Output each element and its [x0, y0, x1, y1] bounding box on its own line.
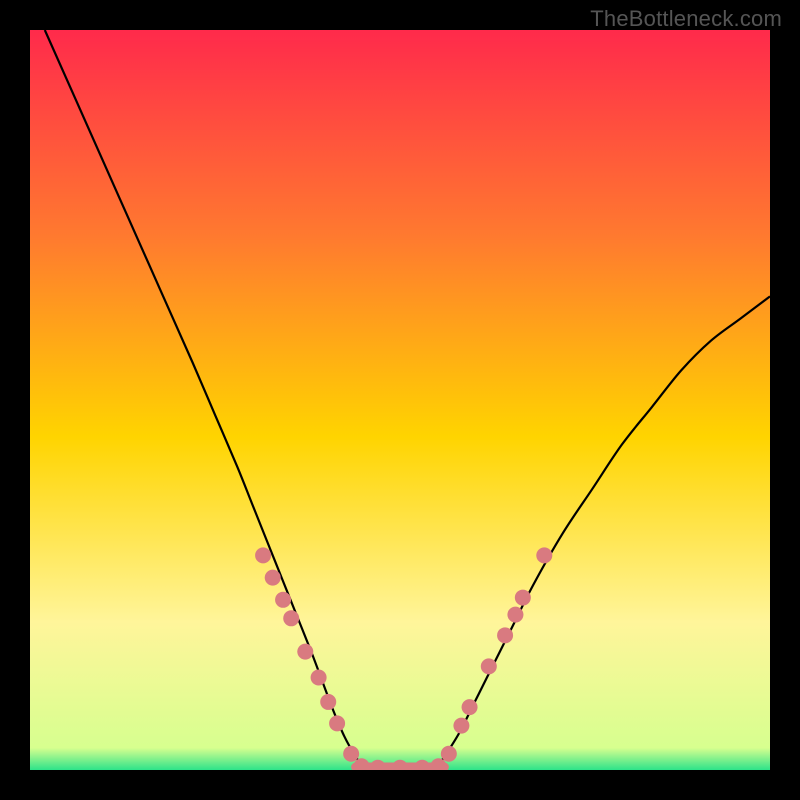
chart-frame: TheBottleneck.com — [0, 0, 800, 800]
data-point — [481, 658, 497, 674]
gradient-background — [30, 30, 770, 770]
data-point — [320, 694, 336, 710]
data-point — [497, 627, 513, 643]
watermark-text: TheBottleneck.com — [590, 6, 782, 32]
plot-area — [30, 30, 770, 770]
data-point — [265, 570, 281, 586]
data-point — [441, 746, 457, 762]
data-point — [515, 590, 531, 606]
data-point — [311, 670, 327, 686]
data-point — [255, 547, 271, 563]
data-point — [275, 592, 291, 608]
data-point — [343, 746, 359, 762]
data-point — [297, 644, 313, 660]
data-point — [462, 699, 478, 715]
data-point — [507, 607, 523, 623]
chart-svg — [30, 30, 770, 770]
data-point — [283, 610, 299, 626]
data-point — [329, 715, 345, 731]
data-point — [536, 547, 552, 563]
data-point — [453, 718, 469, 734]
